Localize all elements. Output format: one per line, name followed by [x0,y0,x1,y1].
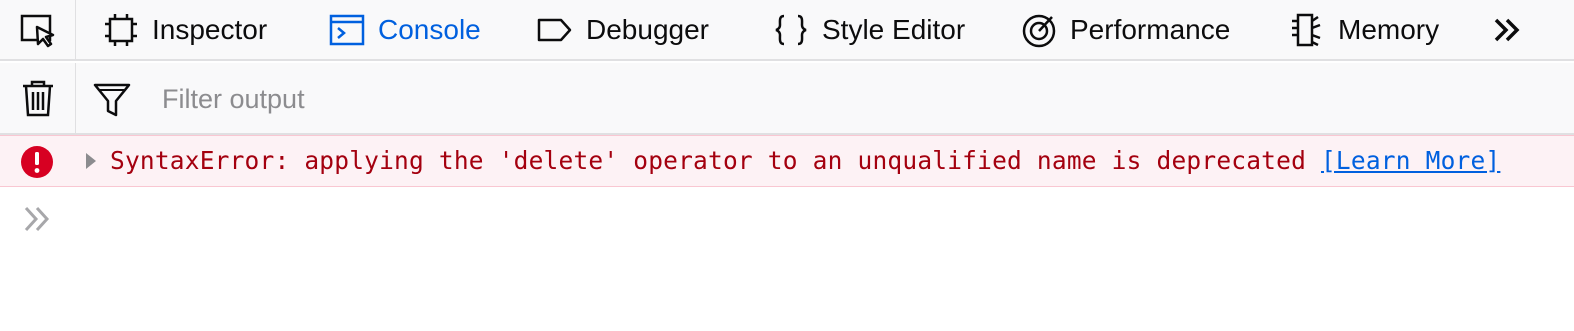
tab-debugger[interactable]: Debugger [536,0,709,59]
error-message: SyntaxError: applying the 'delete' opera… [110,146,1307,175]
tab-label: Style Editor [822,13,966,45]
filter-icon [93,83,131,117]
tab-label: Performance [1070,13,1231,45]
expand-arrow-icon[interactable] [84,151,98,171]
tab-console[interactable]: Console [328,0,481,59]
toolbox-tabbar: Inspector Console Debugger Style Editor … [0,0,1574,61]
style-editor-icon [772,11,810,49]
console-input[interactable] [70,196,1550,240]
element-picker-icon [20,14,54,47]
chevron-double-right-icon [1494,18,1520,41]
clear-console-button[interactable] [0,63,76,133]
console-message-error: SyntaxError: applying the 'delete' opera… [0,135,1574,187]
tab-label: Memory [1338,13,1440,45]
error-icon [21,146,53,178]
more-tabs-button[interactable] [1490,0,1524,59]
error-message-text: SyntaxError: applying the 'delete' opera… [110,146,1500,175]
console-filter-bar [0,63,1574,135]
filter-output-input[interactable] [150,77,1550,121]
tab-style-editor[interactable]: Style Editor [772,0,965,59]
tab-memory[interactable]: Memory [1288,0,1439,59]
tab-inspector[interactable]: Inspector [102,0,267,59]
trash-icon [22,80,53,117]
element-picker-button[interactable] [0,0,76,59]
memory-icon [1288,11,1326,49]
tab-label: Debugger [586,13,709,45]
inspector-icon [102,11,140,49]
console-icon [328,11,366,49]
debugger-icon [536,11,574,49]
learn-more-link[interactable]: [Learn More] [1321,146,1500,175]
performance-icon [1020,11,1058,49]
input-prompt-icon [24,206,50,232]
tab-label: Console [378,13,481,45]
tab-performance[interactable]: Performance [1020,0,1230,59]
tab-label: Inspector [152,13,268,45]
